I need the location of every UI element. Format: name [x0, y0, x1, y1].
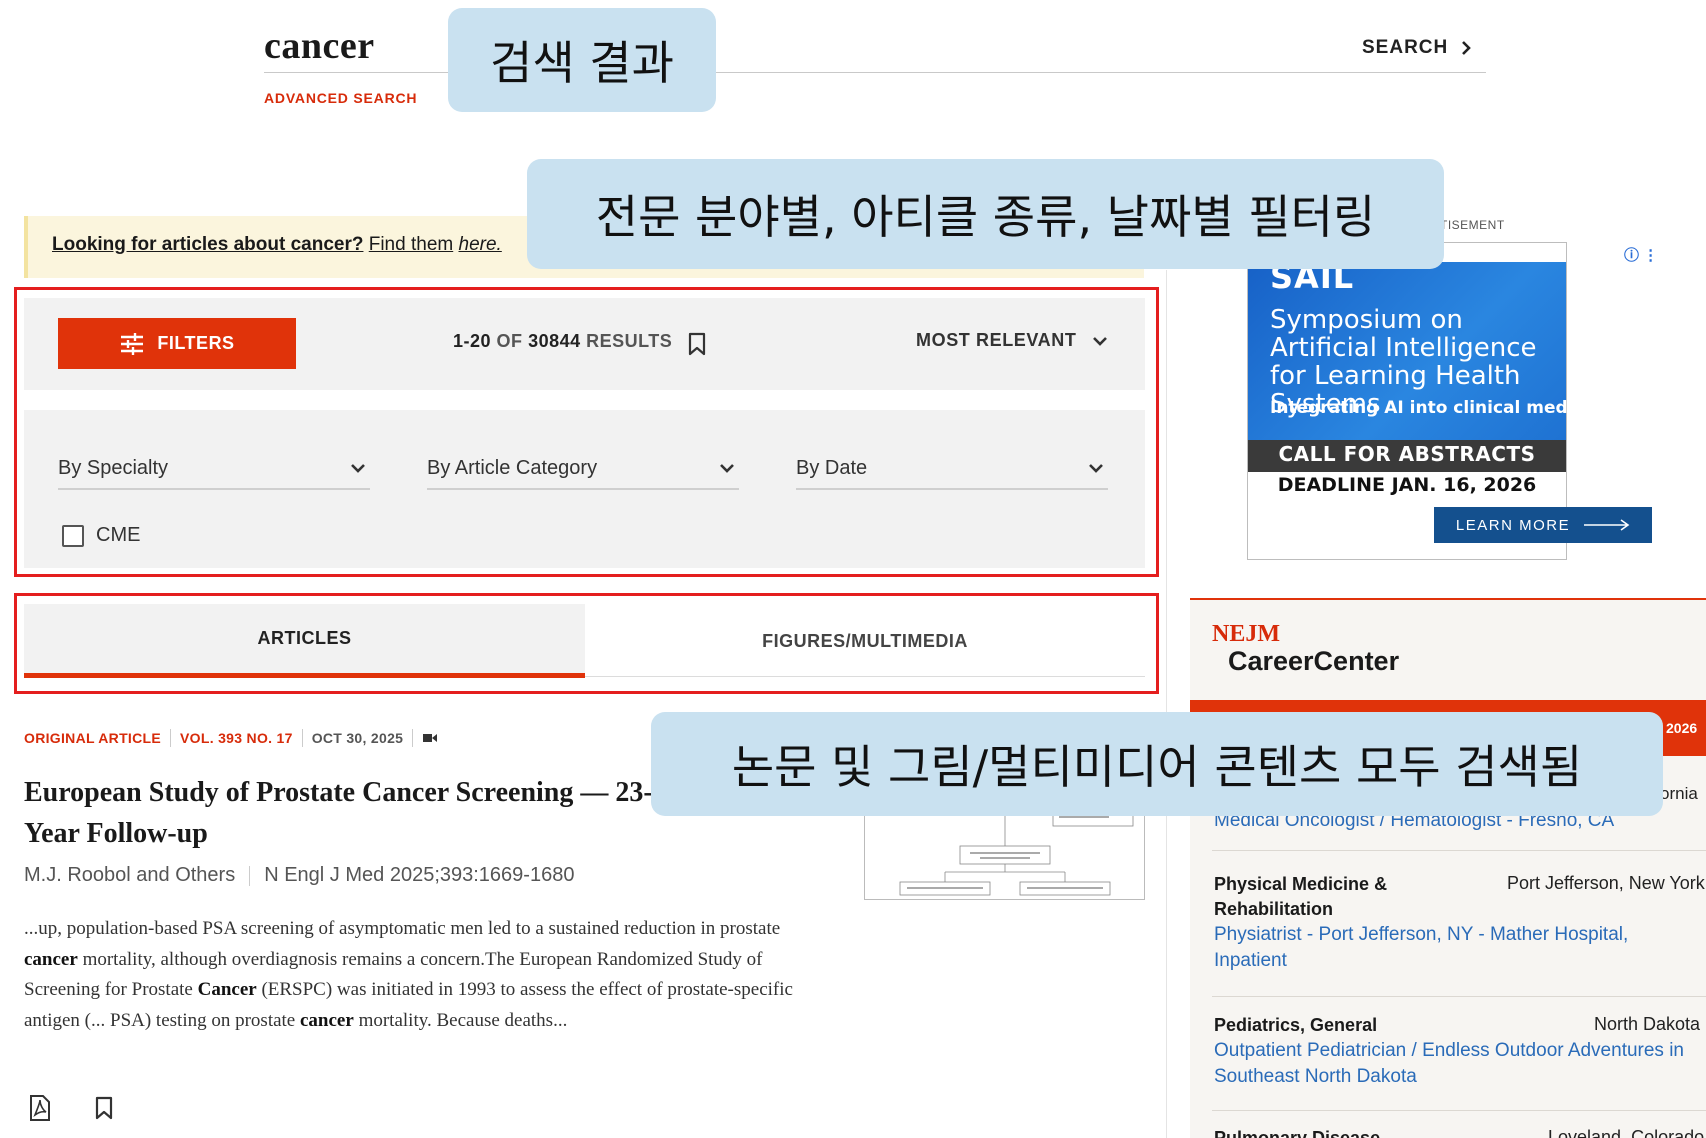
article-title[interactable]: European Study of Prostate Cancer Screen… [24, 772, 664, 854]
article-citation: N Engl J Med 2025;393:1669-1680 [264, 864, 575, 886]
bookmark-icon[interactable] [94, 1096, 114, 1125]
career-banner-year: 2026 [1666, 720, 1698, 736]
job-location: North Dakota [1594, 1014, 1701, 1034]
snippet-keyword: cancer [24, 948, 78, 970]
notice-question: Looking for articles about cancer? [52, 234, 364, 255]
job-specialty: Physical Medicine & Rehabilitation [1214, 874, 1388, 919]
job-specialty: Pulmonary Disease [1214, 1128, 1381, 1138]
tabs-highlight-box [14, 593, 1159, 694]
arrow-right-icon [1584, 519, 1630, 531]
ad-info-icon[interactable]: ⓘ ⋮ [1624, 244, 1658, 265]
job-location: Port Jefferson, New York [1507, 873, 1705, 893]
job-divider [1212, 1110, 1706, 1111]
job-title-link[interactable]: Outpatient Pediatrician / Endless Outdoo… [1214, 1038, 1694, 1090]
careercenter-wordmark: CareerCenter [1228, 646, 1400, 676]
job-specialty: Pediatrics, General [1214, 1015, 1378, 1035]
job-title-link[interactable]: Physiatrist - Port Jefferson, NY - Mathe… [1214, 922, 1684, 974]
job-location: ornia [1660, 784, 1698, 803]
ad-call-for-abstracts: CALL FOR ABSTRACTS [1278, 442, 1536, 466]
career-center-rule [1190, 598, 1706, 600]
article-meta: ORIGINAL ARTICLE VOL. 393 NO. 17 OCT 30,… [24, 729, 438, 747]
nejm-wordmark: NEJM [1212, 621, 1280, 647]
callout-search-results: 검색 결과 [448, 8, 716, 112]
meta-divider [170, 729, 172, 747]
advanced-search-link[interactable]: ADVANCED SEARCH [264, 90, 417, 106]
job-divider [1212, 996, 1706, 997]
chevron-right-icon [1462, 41, 1472, 55]
job-divider [1212, 850, 1706, 851]
advertisement-label: TISEMENT [1440, 218, 1505, 232]
article-byline: M.J. Roobol and Others N Engl J Med 2025… [24, 864, 574, 887]
ad-subline: Integrating AI into clinical medicine [1270, 398, 1614, 418]
ad-learn-more-button[interactable]: LEARN MORE [1434, 507, 1652, 543]
snippet-keyword: Cancer [197, 979, 257, 1000]
article-authors: M.J. Roobol and Others [24, 864, 236, 886]
video-icon [423, 734, 438, 742]
snippet-text: mortality. Because deaths... [353, 1009, 568, 1031]
filter-highlight-box [14, 287, 1159, 577]
article-date: OCT 30, 2025 [311, 730, 404, 746]
search-query[interactable]: cancer [264, 24, 375, 68]
snippet-text: ...up, population-based PSA screening of… [24, 918, 781, 939]
article-snippet: ...up, population-based PSA screening of… [24, 914, 824, 1036]
notice-link[interactable]: Find them [369, 234, 453, 255]
article-volume[interactable]: VOL. 393 NO. 17 [180, 730, 293, 746]
ad-deadline: DEADLINE JAN. 16, 2026 [1277, 474, 1537, 496]
snippet-keyword: cancer [300, 1009, 354, 1031]
meta-divider [301, 729, 303, 747]
column-divider [1166, 270, 1167, 1138]
callout-filtering: 전문 분야별, 아티클 종류, 날짜별 필터링 [527, 159, 1444, 269]
search-button[interactable]: SEARCH [1362, 37, 1472, 59]
career-center-logo[interactable]: NEJM CareerCenter [1212, 622, 1399, 676]
byline-divider [249, 865, 251, 886]
callout-content-types: 논문 및 그림/멀티미디어 콘텐츠 모두 검색됨 [651, 712, 1663, 816]
notice-link-here[interactable]: here. [459, 234, 502, 255]
notice-text[interactable]: Looking for articles about cancer? Find … [52, 234, 502, 256]
meta-divider [412, 729, 414, 747]
search-button-label: SEARCH [1362, 37, 1449, 58]
ad-cta-label: LEARN MORE [1455, 516, 1571, 534]
job-location: Loveland, Colorado [1548, 1127, 1705, 1138]
pdf-icon[interactable] [28, 1095, 52, 1126]
article-category[interactable]: ORIGINAL ARTICLE [24, 730, 161, 746]
